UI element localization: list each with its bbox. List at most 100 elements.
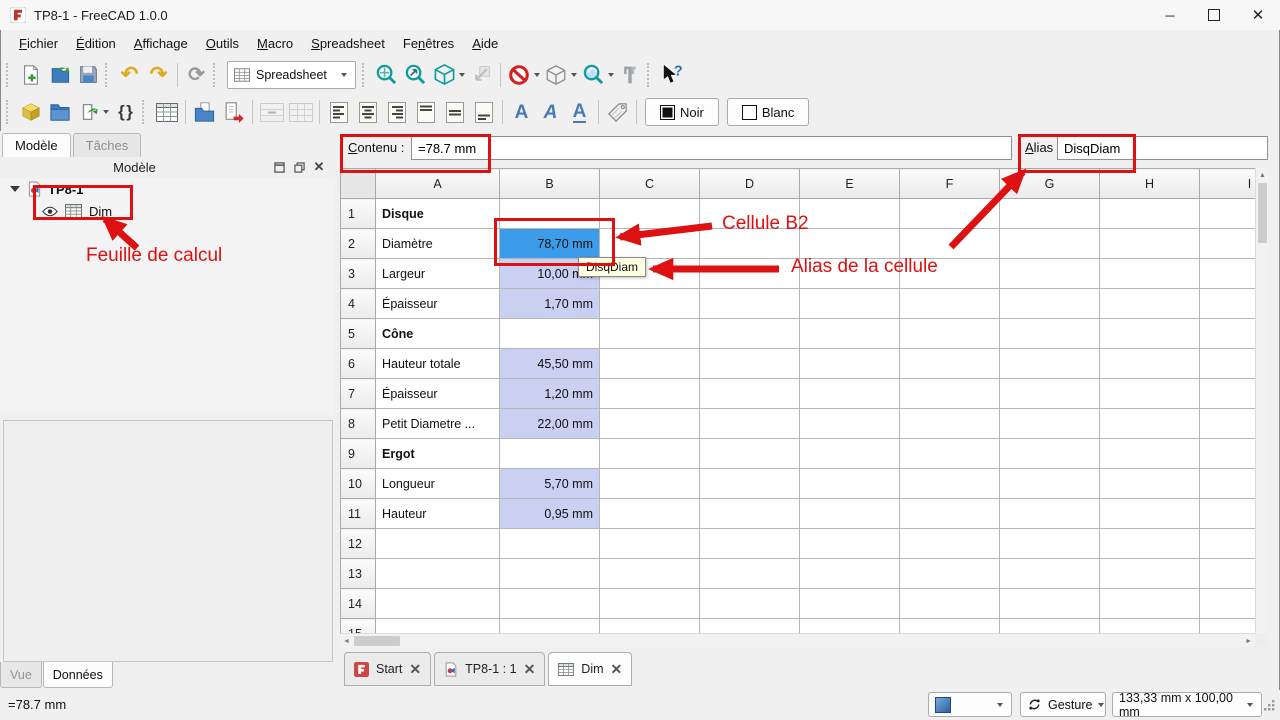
column-header-C[interactable]: C [600,169,700,199]
cell-C10[interactable] [600,469,700,499]
open-document-button[interactable] [45,61,74,89]
column-header-D[interactable]: D [700,169,800,199]
cell-G11[interactable] [1000,499,1100,529]
row-header-9[interactable]: 9 [341,439,376,469]
resize-grip[interactable] [1264,700,1276,712]
close-tab-icon[interactable]: ✕ [611,661,623,678]
cell-G9[interactable] [1000,439,1100,469]
cell-D5[interactable] [700,319,800,349]
cell-E5[interactable] [800,319,900,349]
cell-A7[interactable]: Épaisseur [376,379,500,409]
cell-B8[interactable]: 22,00 mm [500,409,600,439]
cell-C1[interactable] [600,199,700,229]
cell-E12[interactable] [800,529,900,559]
cell-D4[interactable] [700,289,800,319]
cell-A5[interactable]: Cône [376,319,500,349]
cell-D8[interactable] [700,409,800,439]
cell-E2[interactable] [800,229,900,259]
scroll-right-icon[interactable]: ► [1245,638,1252,645]
cell-E11[interactable] [800,499,900,529]
navigation-style-selector[interactable]: Gesture [1020,692,1106,717]
cell-I9[interactable] [1200,439,1256,469]
cell-H2[interactable] [1100,229,1200,259]
cell-A8[interactable]: Petit Diametre ... [376,409,500,439]
tab-vue[interactable]: Vue [0,662,42,688]
measure-button[interactable] [616,61,645,89]
cell-B15[interactable] [500,619,600,634]
cell-B1[interactable] [500,199,600,229]
align-vcenter-button[interactable] [440,98,469,126]
cell-D14[interactable] [700,589,800,619]
cell-B6[interactable]: 45,50 mm [500,349,600,379]
zoom-button[interactable] [579,61,608,89]
cell-I5[interactable] [1200,319,1256,349]
cell-F9[interactable] [900,439,1000,469]
cell-C12[interactable] [600,529,700,559]
cell-G3[interactable] [1000,259,1100,289]
cell-E8[interactable] [800,409,900,439]
mdi-tab-start[interactable]: Start✕ [344,652,431,686]
cell-D15[interactable] [700,619,800,634]
cell-D7[interactable] [700,379,800,409]
cell-C8[interactable] [600,409,700,439]
bounding-box-button[interactable] [542,61,571,89]
cell-A13[interactable] [376,559,500,589]
cell-A1[interactable]: Disque [376,199,500,229]
horizontal-scrollbar[interactable]: ◄ ► [340,633,1255,647]
cell-H3[interactable] [1100,259,1200,289]
cell-G5[interactable] [1000,319,1100,349]
align-view-button[interactable] [467,61,496,89]
fit-all-button[interactable] [372,61,401,89]
cell-A9[interactable]: Ergot [376,439,500,469]
refresh-button[interactable]: ⟳ [182,61,211,89]
contenu-input[interactable] [411,136,1012,160]
cell-C13[interactable] [600,559,700,589]
tree-item-document[interactable]: TP8-1 [0,178,335,200]
workbench-selector[interactable]: Spreadsheet [227,61,356,89]
row-header-13[interactable]: 13 [341,559,376,589]
cell-B7[interactable]: 1,20 mm [500,379,600,409]
cell-I4[interactable] [1200,289,1256,319]
cell-F14[interactable] [900,589,1000,619]
mdi-tab-tp8-1-1[interactable]: TP8-1 : 1✕ [434,652,545,686]
cell-E13[interactable] [800,559,900,589]
align-right-button[interactable] [382,98,411,126]
row-header-7[interactable]: 7 [341,379,376,409]
cell-H11[interactable] [1100,499,1200,529]
cell-E15[interactable] [800,619,900,634]
chevron-down-icon[interactable] [103,110,109,114]
create-part-button[interactable] [16,98,45,126]
column-header-H[interactable]: H [1100,169,1200,199]
stop-loading-button[interactable] [505,61,534,89]
close-tab-icon[interactable]: ✕ [409,661,421,678]
cell-A6[interactable]: Hauteur totale [376,349,500,379]
cell-F4[interactable] [900,289,1000,319]
cell-I14[interactable] [1200,589,1256,619]
close-button[interactable]: ✕ [1236,0,1280,30]
cell-E6[interactable] [800,349,900,379]
cell-F10[interactable] [900,469,1000,499]
cell-F12[interactable] [900,529,1000,559]
cell-A11[interactable]: Hauteur [376,499,500,529]
scroll-left-icon[interactable]: ◄ [343,638,350,645]
new-document-button[interactable] [16,61,45,89]
cell-F8[interactable] [900,409,1000,439]
save-button[interactable] [74,61,103,89]
cell-F5[interactable] [900,319,1000,349]
cell-H1[interactable] [1100,199,1200,229]
cell-G8[interactable] [1000,409,1100,439]
cell-I8[interactable] [1200,409,1256,439]
cell-F2[interactable] [900,229,1000,259]
cell-C9[interactable] [600,439,700,469]
axonometric-view-button[interactable] [430,61,459,89]
chevron-down-icon[interactable] [459,73,465,77]
redo-button[interactable]: ↷ [144,61,173,89]
cell-I15[interactable] [1200,619,1256,634]
cell-A15[interactable] [376,619,500,634]
foreground-color-button[interactable]: Noir [645,98,719,126]
create-spreadsheet-button[interactable] [152,98,181,126]
cell-I3[interactable] [1200,259,1256,289]
export-spreadsheet-button[interactable] [219,98,248,126]
cell-H4[interactable] [1100,289,1200,319]
cell-F13[interactable] [900,559,1000,589]
